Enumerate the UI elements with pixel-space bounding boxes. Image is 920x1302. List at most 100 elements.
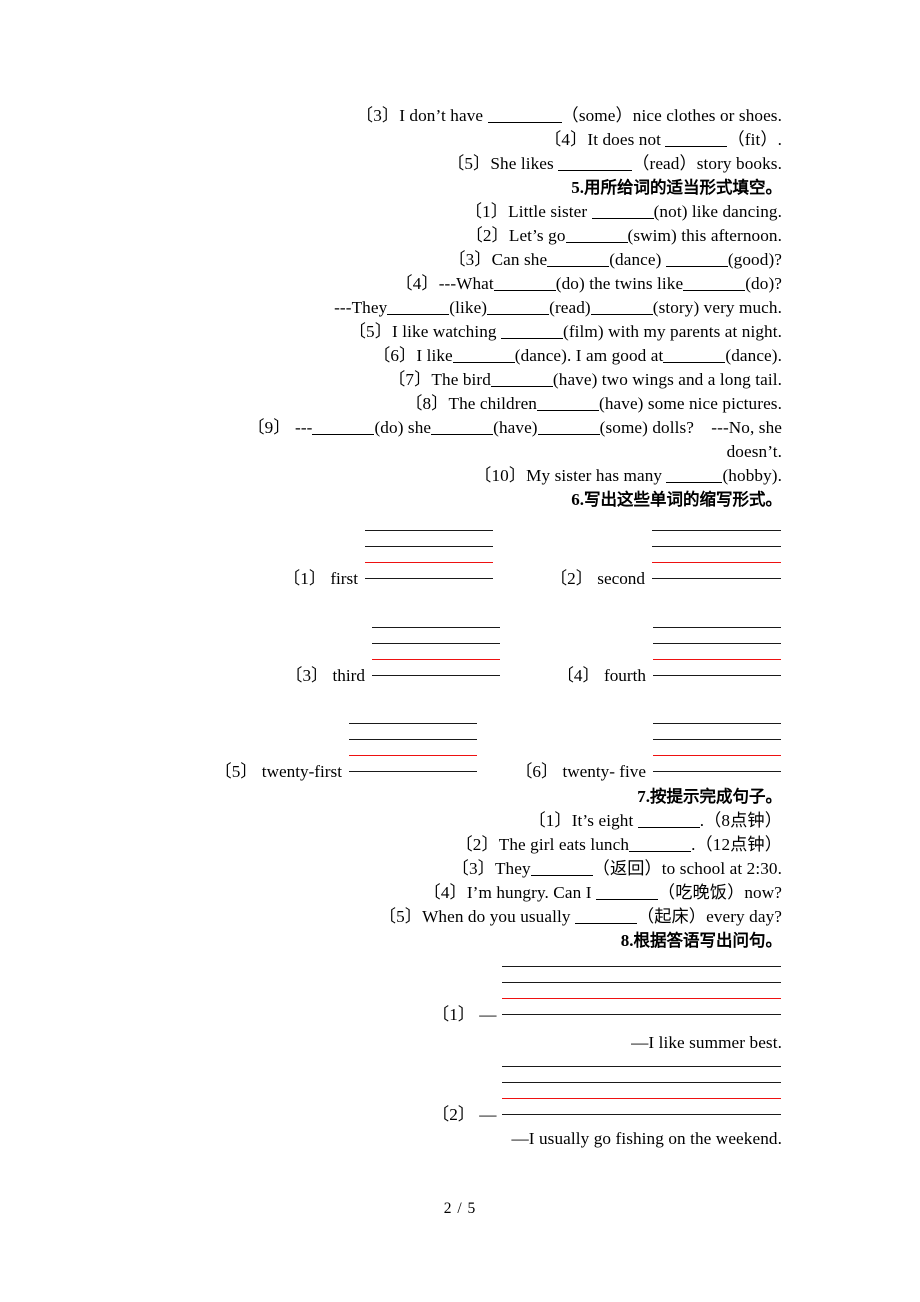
item-number: 〔4〕: [556, 666, 600, 685]
answer-line-1: —I like summer best.: [140, 1031, 782, 1055]
answer-blank[interactable]: [565, 226, 628, 244]
guide-line-baseline: [502, 1098, 781, 1099]
item-text-tail: （some）nice clothes or shoes.: [561, 106, 782, 125]
answer-blank[interactable]: [558, 154, 633, 172]
item-text: doesn’t.: [726, 442, 782, 461]
guide-line-2: [653, 643, 781, 644]
section-number: 5.: [571, 178, 584, 197]
item-text-mid: (do) she: [374, 418, 432, 437]
answer-blank[interactable]: [665, 250, 728, 268]
item-text: They: [494, 859, 531, 878]
question-line: 〔6〕I like (dance). I am good at (dance).: [140, 344, 782, 368]
item-text-tail: (not) like dancing.: [653, 202, 782, 221]
item-text-tail: （吃晚饭）now?: [657, 883, 782, 902]
item-text: I’m hungry. Can I: [466, 883, 596, 902]
item-text-tail: (have) two wings and a long tail.: [552, 370, 782, 389]
item-text: The girl eats lunch: [498, 835, 630, 854]
guide-line-4: [502, 1114, 781, 1115]
guide-line-baseline: [349, 755, 477, 756]
answer-blank[interactable]: [574, 907, 637, 925]
item-text: ---What: [438, 274, 494, 293]
guide-line-1: [652, 530, 781, 531]
answer-blank[interactable]: [595, 883, 658, 901]
item-text: The bird: [431, 370, 491, 389]
guide-item-label: 〔5〕 twenty-first: [149, 763, 342, 780]
item-text-tail: (story) very much.: [652, 298, 782, 317]
guide-line-4: [502, 1014, 781, 1015]
answer-text: —I usually go fishing on the weekend.: [511, 1129, 782, 1148]
item-text-tail: .（12点钟）: [691, 835, 782, 854]
item-text: My sister has many: [526, 466, 667, 485]
em-dash: —: [479, 1105, 497, 1124]
answer-blank[interactable]: [666, 466, 723, 484]
guide-line-1: [653, 723, 781, 724]
guide-item-label: 〔6〕 twenty- five: [453, 763, 646, 780]
answer-blank[interactable]: [590, 298, 653, 316]
answer-blank[interactable]: [663, 346, 726, 364]
answer-blank[interactable]: [530, 859, 593, 877]
answer-blank[interactable]: [537, 418, 600, 436]
question-line: 〔2〕The girl eats lunch .（12点钟）: [140, 833, 782, 857]
item-text-tail: （起床）every day?: [636, 907, 782, 926]
answer-blank[interactable]: [487, 106, 562, 124]
section-number: 7.: [637, 787, 650, 806]
question-line: 〔5〕She likes （read）story books.: [140, 152, 782, 176]
item-number: 〔1〕: [464, 202, 509, 221]
item-text: Can she: [491, 250, 548, 269]
item-text-tail: (good)?: [727, 250, 782, 269]
item-number: 〔3〕: [448, 250, 492, 269]
writing-guide-block: 〔1〕 —: [432, 966, 781, 1023]
guide-line-baseline: [653, 755, 781, 756]
em-dash: —: [479, 1005, 497, 1024]
guide-line-baseline: [652, 562, 781, 563]
answer-blank[interactable]: [493, 274, 556, 292]
answer-blank[interactable]: [487, 298, 550, 316]
guide-item-label: 〔2〕 —: [432, 1105, 497, 1124]
answer-blank[interactable]: [312, 418, 375, 436]
question-line: 〔10〕My sister has many (hobby).: [140, 464, 782, 488]
guide-line-2: [365, 546, 493, 547]
answer-text: —I like summer best.: [631, 1033, 782, 1052]
answer-blank[interactable]: [637, 811, 700, 829]
guide-line-1: [502, 1066, 781, 1067]
item-number: 〔3〕: [355, 106, 400, 125]
item-text: She likes: [490, 154, 559, 173]
answer-blank[interactable]: [547, 250, 610, 268]
answer-blank[interactable]: [452, 346, 515, 364]
question-line: 〔2〕Let’s go (swim) this afternoon.: [140, 224, 782, 248]
answer-blank[interactable]: [591, 202, 654, 220]
item-text: I don’t have: [399, 106, 488, 125]
writing-guide-block: 〔1〕 first: [283, 530, 493, 587]
item-text-tail: (dance).: [725, 346, 782, 365]
guide-item-label: 〔4〕 fourth: [493, 667, 646, 684]
answer-blank[interactable]: [683, 274, 746, 292]
writing-guide-block: 〔6〕 twenty- five: [515, 723, 781, 780]
answer-blank[interactable]: [629, 835, 692, 853]
item-word: first: [330, 569, 358, 588]
item-number: 〔5〕: [447, 154, 491, 173]
item-text: The children: [448, 394, 537, 413]
answer-blank[interactable]: [537, 394, 599, 412]
item-number: 〔6〕: [373, 346, 417, 365]
answer-blank[interactable]: [387, 298, 450, 316]
item-word: third: [332, 666, 365, 685]
guide-line-baseline: [502, 998, 781, 999]
text-column: 〔3〕I don’t have （some）nice clothes or sh…: [140, 104, 782, 512]
section-title: 按提示完成句子。: [650, 787, 782, 806]
question-line: 〔3〕Can she (dance) (good)?: [140, 248, 782, 272]
writing-guide-block: 〔3〕 third: [285, 627, 500, 684]
answer-blank[interactable]: [490, 370, 553, 388]
question-line: 〔5〕When do you usually （起床）every day?: [140, 905, 782, 929]
answer-blank[interactable]: [501, 322, 564, 340]
answer-blank[interactable]: [665, 130, 728, 148]
item-number: 〔3〕: [285, 666, 329, 685]
item-text-tail: (have) some nice pictures.: [599, 394, 782, 413]
section-6-heading: 6.写出这些单词的缩写形式。: [140, 488, 782, 512]
section-7-heading: 7.按提示完成句子。: [140, 785, 782, 809]
guide-line-baseline: [653, 659, 781, 660]
answer-blank[interactable]: [431, 418, 494, 436]
item-word: twenty-first: [261, 762, 342, 781]
guide-line-1: [653, 627, 781, 628]
item-number: 〔2〕: [432, 1105, 475, 1124]
item-text-mid2: (read): [549, 298, 591, 317]
